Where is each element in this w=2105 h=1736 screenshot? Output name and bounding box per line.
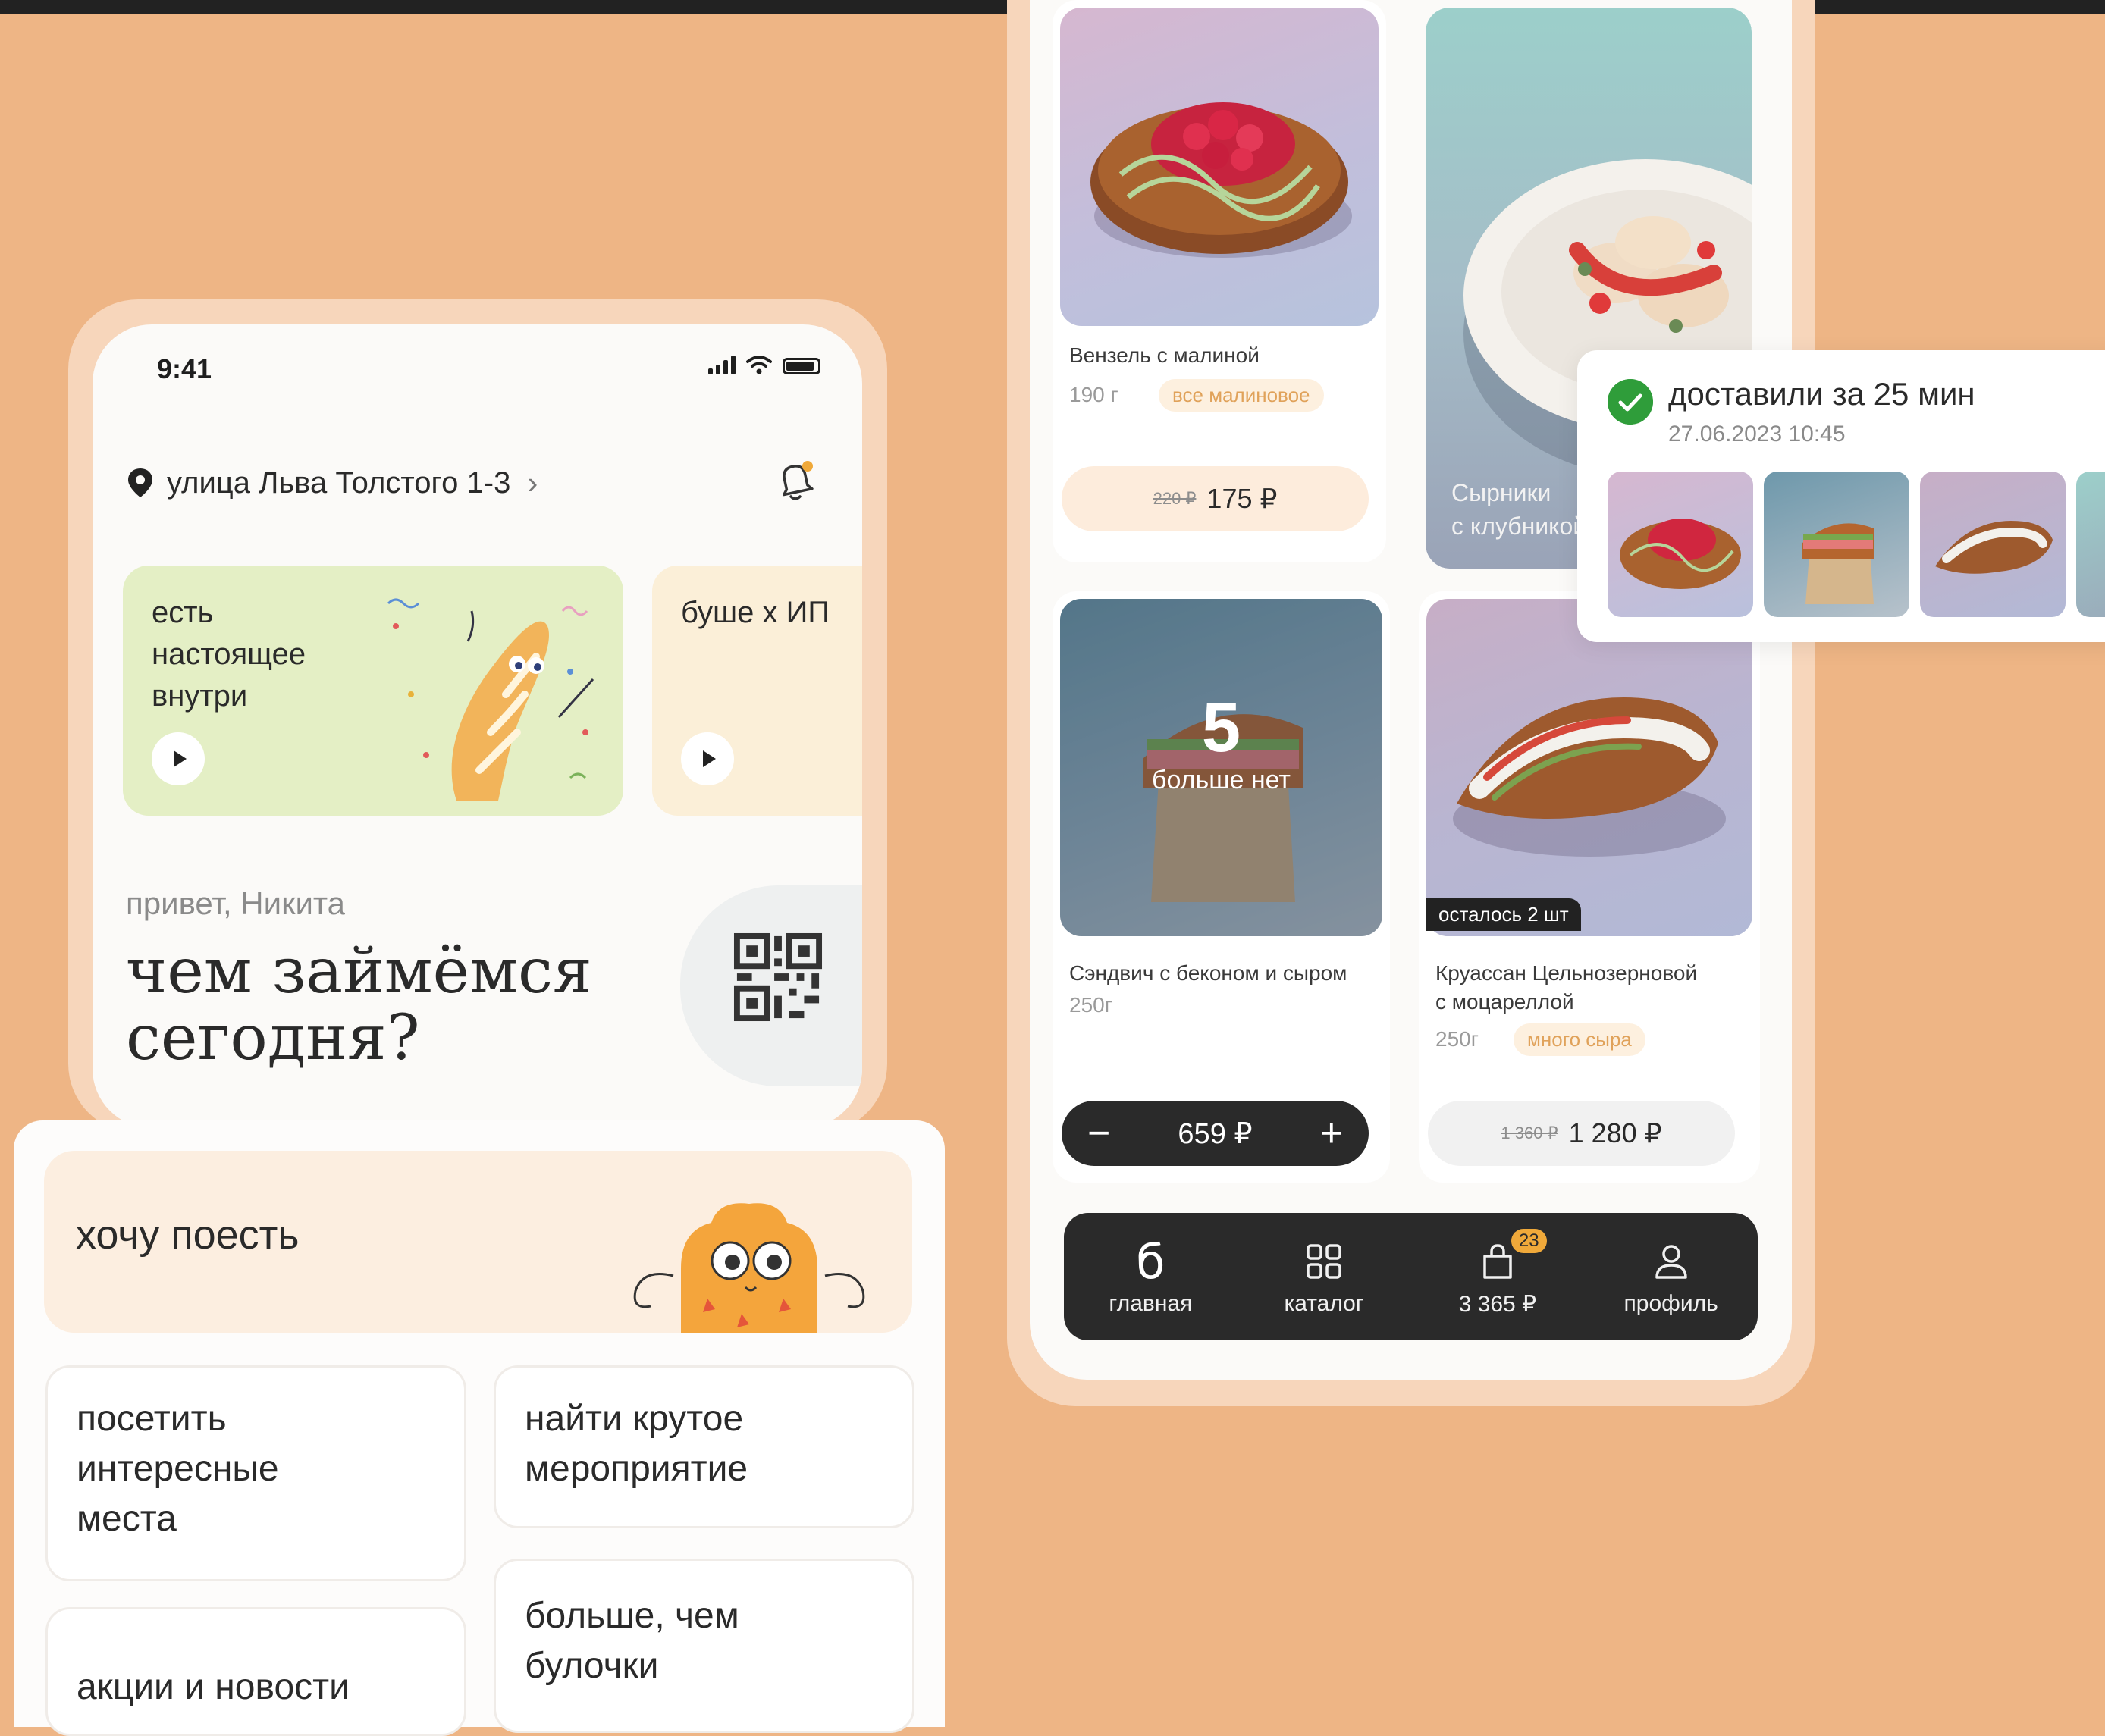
order-item-thumbnail	[1608, 472, 1753, 617]
sold-out-number: 5	[1201, 689, 1241, 766]
visit-places-label: посетить интересные места	[77, 1399, 279, 1539]
shopping-bag-icon	[1483, 1243, 1512, 1279]
pastry-raspberry-illustration	[1090, 102, 1352, 258]
order-item-thumbnail	[2076, 472, 2105, 617]
stock-badge: осталось 2 шт	[1426, 898, 1581, 931]
price: 1 280 ₽	[1568, 1117, 1662, 1148]
status-time: 9:41	[157, 353, 212, 384]
product-card[interactable]: осталось 2 шт Круассан Цельнозерновой с …	[1419, 591, 1760, 1183]
qr-code-button[interactable]	[680, 885, 862, 1086]
status-icons	[708, 355, 820, 374]
product-card[interactable]: Вензель с малиной 190 г все малиновое 22…	[1052, 0, 1386, 562]
increment-button[interactable]: +	[1320, 1114, 1343, 1153]
signal-icon	[708, 355, 736, 374]
product-name: Сэндвич с беконом и сыром	[1069, 961, 1347, 985]
logo-b-icon: б	[1136, 1233, 1165, 1289]
want-to-eat-button[interactable]: хочу поесть	[44, 1151, 912, 1333]
location-pin-icon	[128, 468, 152, 497]
sold-out-overlay: 5 больше нет	[1052, 690, 1390, 795]
story-1-text: есть настоящее внутри	[152, 596, 306, 713]
product-image	[1426, 599, 1752, 936]
baguette-mascot-illustration	[387, 598, 594, 801]
qr-code-icon	[733, 932, 823, 1022]
chevron-right-icon: ›	[527, 465, 538, 500]
price: 659 ₽	[1178, 1117, 1253, 1150]
story-card-1[interactable]: есть настоящее внутри	[123, 566, 623, 816]
address-selector[interactable]: улица Льва Толстого 1-3 ›	[126, 465, 538, 501]
bottom-tab-bar: б главная каталог 23 3 365 ₽ профиль	[1064, 1213, 1758, 1340]
product-name: Сырники с клубникой	[1451, 479, 1587, 540]
decrement-button[interactable]: −	[1087, 1114, 1110, 1153]
price: 175 ₽	[1206, 483, 1278, 514]
story-2-text: буше х ИП	[681, 596, 830, 629]
catalog-grid-icon	[1307, 1244, 1341, 1279]
more-than-buns-label: больше, чем булочки	[525, 1596, 739, 1686]
tab-label: каталог	[1284, 1291, 1364, 1316]
tab-label: профиль	[1623, 1291, 1718, 1316]
address-text: улица Льва Толстого 1-3	[167, 465, 511, 500]
price-button[interactable]: 220 ₽ 175 ₽	[1062, 466, 1369, 531]
product-tag: много сыра	[1514, 1023, 1645, 1056]
old-price: 1 360 ₽	[1501, 1123, 1558, 1142]
tab-label: 3 365 ₽	[1458, 1291, 1537, 1317]
story-card-2[interactable]: буше х ИП	[652, 566, 862, 816]
product-name: Круассан Цельнозерновой с моцареллой	[1435, 961, 1698, 1014]
intent-panel: хочу поесть посетить интересные места на…	[14, 1120, 945, 1736]
product-weight: 190 г	[1069, 383, 1118, 406]
headline-text: чем займёмся сегодня?	[126, 935, 592, 1074]
tab-cart[interactable]: 23 3 365 ₽	[1422, 1228, 1573, 1318]
phone-right-screen: Вензель с малиной 190 г все малиновое 22…	[1030, 0, 1792, 1380]
product-tag: все малиновое	[1159, 379, 1324, 412]
product-name: Вензель с малиной	[1069, 343, 1260, 367]
cart-count-badge: 23	[1511, 1228, 1547, 1253]
find-event-label: найти крутое мероприятие	[525, 1399, 748, 1489]
croissant-illustration	[1453, 697, 1726, 857]
bun-mascot-illustration	[633, 1203, 865, 1333]
want-to-eat-label: хочу поесть	[76, 1212, 300, 1258]
check-success-icon	[1608, 379, 1653, 425]
sold-out-text: больше нет	[1152, 766, 1291, 794]
promos-news-label: акции и новости	[77, 1667, 350, 1707]
tab-catalog[interactable]: каталог	[1248, 1236, 1400, 1317]
delivery-date: 27.06.2023 10:45	[1668, 421, 1846, 447]
play-icon[interactable]	[681, 732, 734, 785]
old-price: 220 ₽	[1153, 489, 1197, 508]
order-item-thumbnail	[1920, 472, 2066, 617]
visit-places-button[interactable]: посетить интересные места	[45, 1365, 466, 1581]
battery-icon	[783, 358, 820, 374]
greeting-text: привет, Никита	[126, 885, 346, 921]
wifi-icon	[746, 356, 772, 374]
product-card[interactable]: 5 больше нет Сэндвич с беконом и сыром 2…	[1052, 591, 1390, 1183]
tab-home[interactable]: б главная	[1074, 1233, 1226, 1317]
delivery-notification-card[interactable]: доставили за 25 мин 27.06.2023 10:45	[1577, 350, 2105, 642]
play-icon[interactable]	[152, 732, 205, 785]
tab-label: главная	[1109, 1291, 1193, 1316]
order-item-thumbnail	[1764, 472, 1909, 617]
product-weight: 250г	[1069, 993, 1112, 1017]
tab-profile[interactable]: профиль	[1595, 1236, 1747, 1317]
price-button[interactable]: 1 360 ₽ 1 280 ₽	[1428, 1101, 1735, 1166]
find-event-button[interactable]: найти крутое мероприятие	[494, 1365, 914, 1528]
quantity-stepper[interactable]: − 659 ₽ +	[1062, 1101, 1369, 1166]
more-than-buns-button[interactable]: больше, чем булочки	[494, 1559, 914, 1733]
phone-left-screen: 9:41 улица Льва Толстого 1-3 › есть наст…	[93, 324, 862, 1128]
profile-user-icon	[1655, 1245, 1687, 1279]
product-weight: 250г	[1435, 1027, 1479, 1051]
delivery-title: доставили за 25 мин	[1668, 376, 1975, 412]
notification-bell-icon[interactable]	[774, 457, 817, 503]
product-image	[1060, 8, 1379, 326]
